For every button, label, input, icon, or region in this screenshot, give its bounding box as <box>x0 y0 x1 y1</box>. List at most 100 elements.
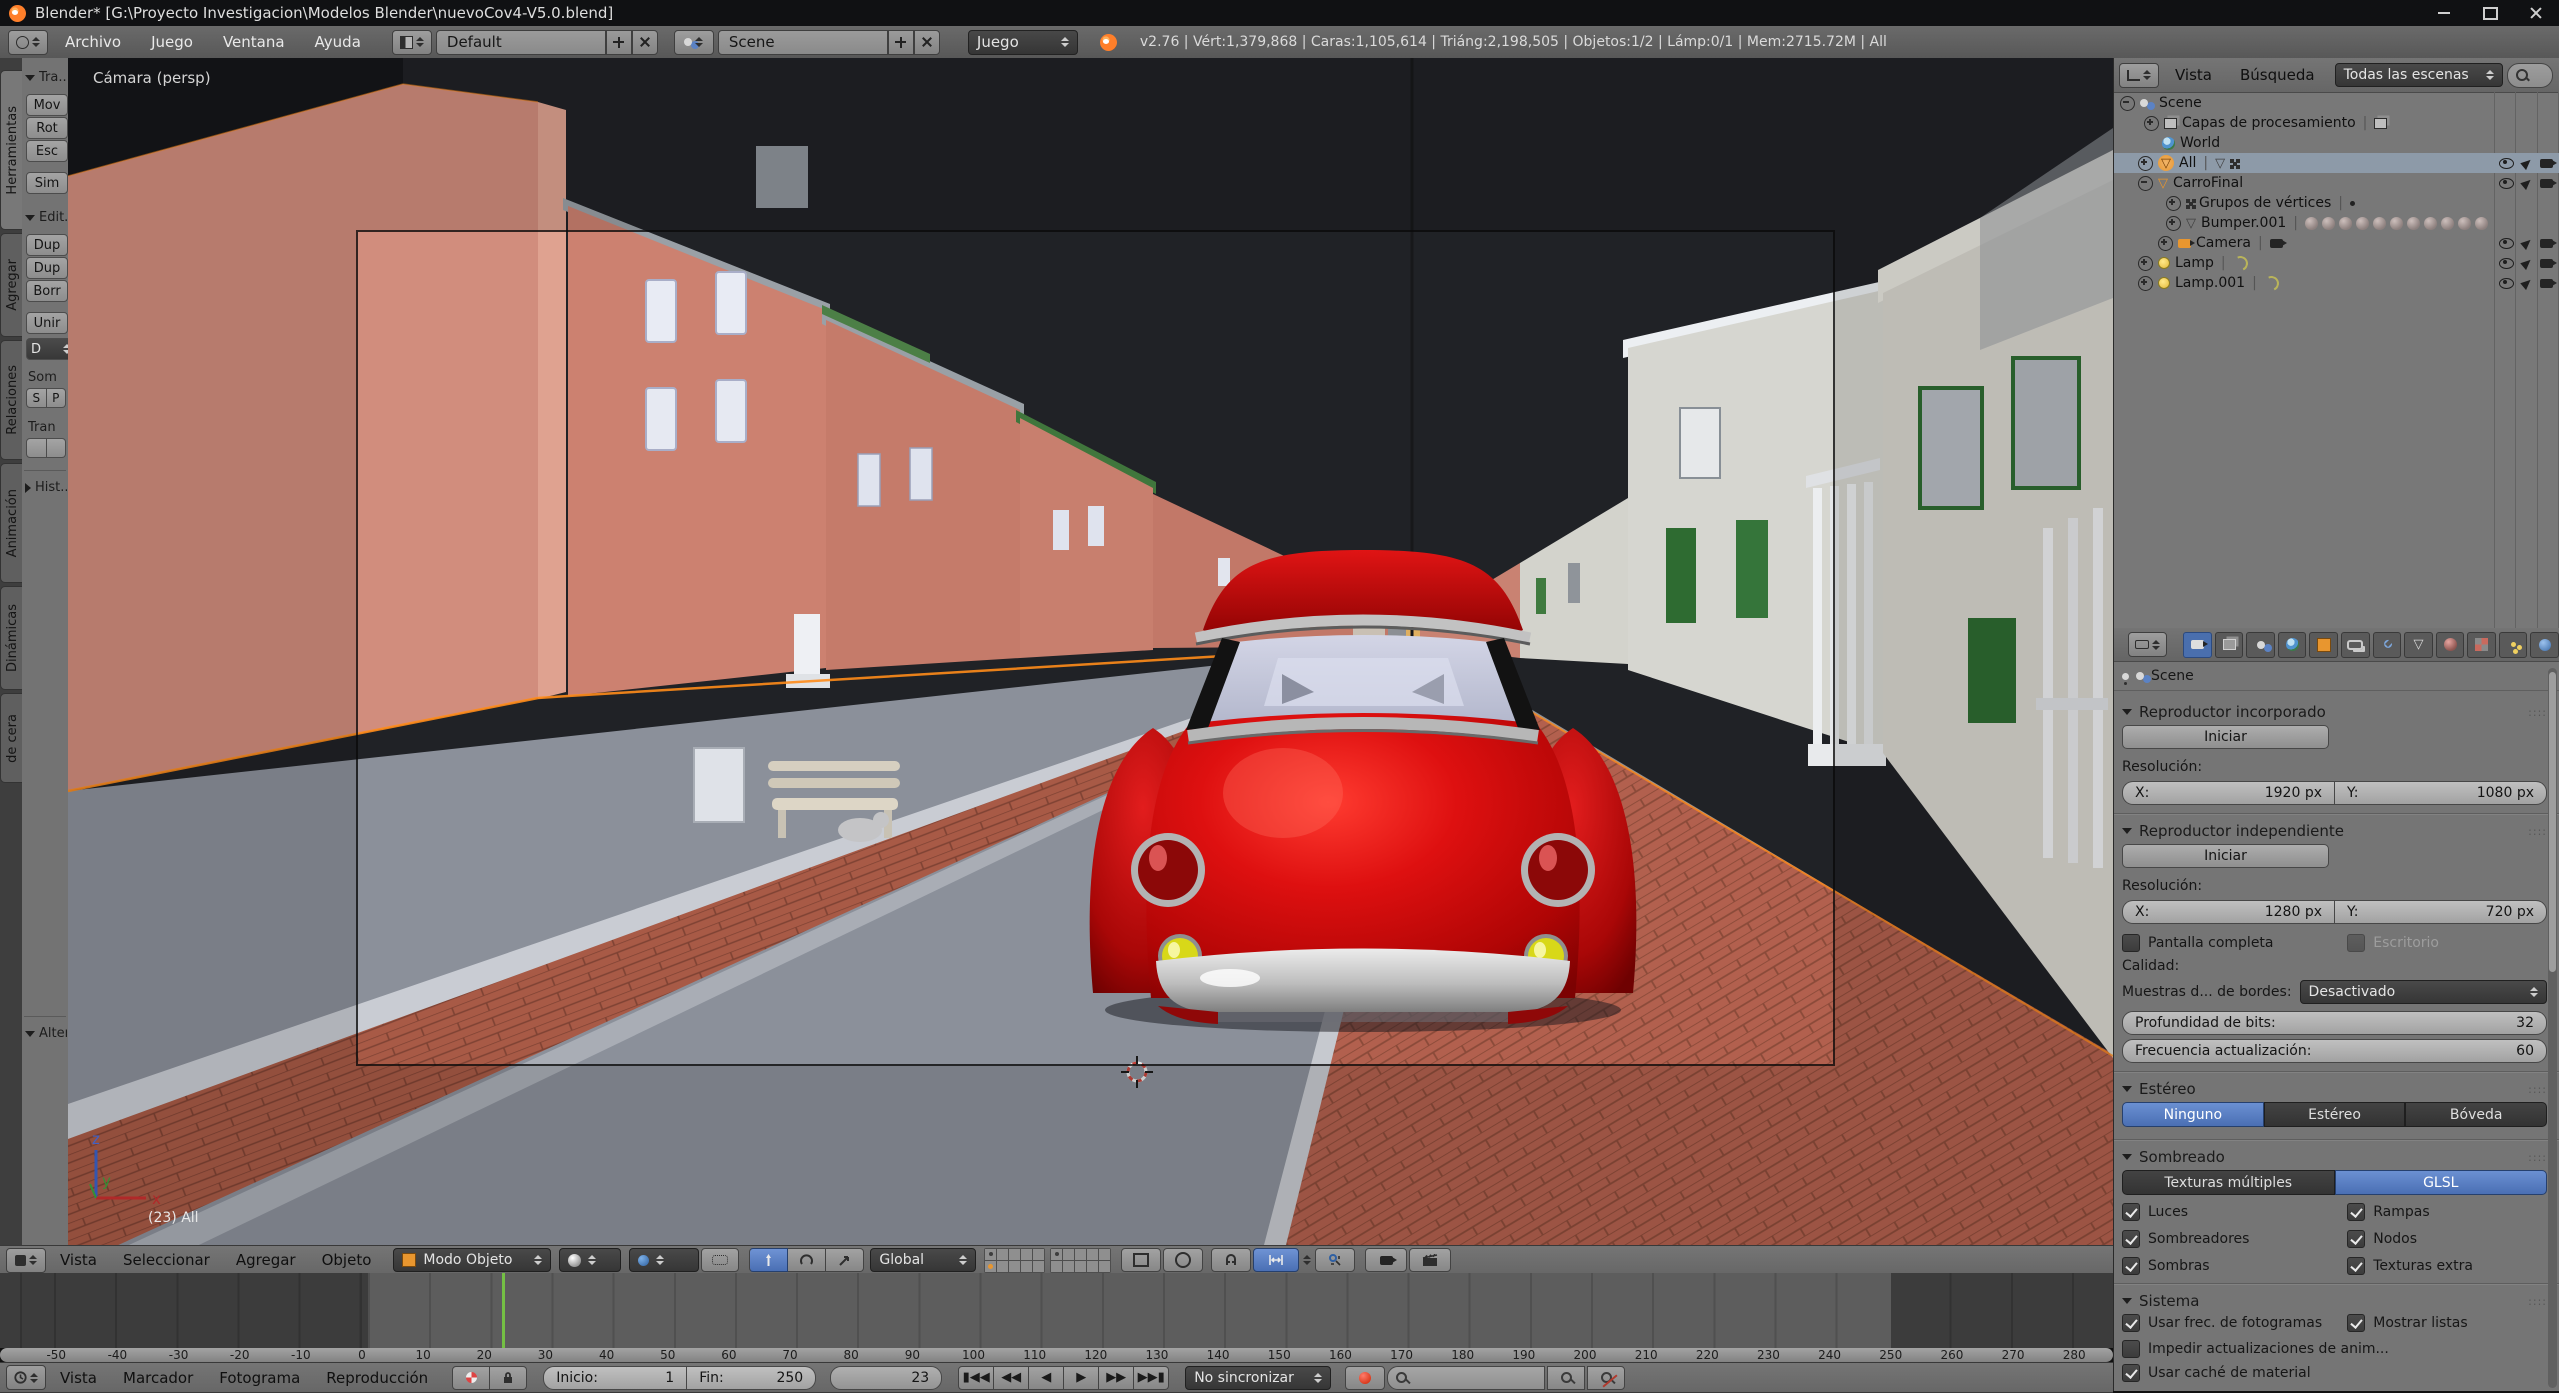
prev-keyframe-button[interactable]: ◀◀ <box>994 1366 1029 1390</box>
restrict-anim-checkbox[interactable] <box>2122 1340 2140 1358</box>
menu-ayuda[interactable]: Ayuda <box>302 33 374 51</box>
standalone-start-button[interactable]: Iniciar <box>2122 844 2329 868</box>
scene-icon-button[interactable] <box>674 30 714 55</box>
proportional-edit-button[interactable] <box>1163 1248 1203 1272</box>
remove-scene-button[interactable] <box>914 30 940 55</box>
selectability-icon[interactable] <box>2520 256 2533 269</box>
tab-dinamicas[interactable]: Dinámicas <box>0 586 24 690</box>
menu-juego[interactable]: Juego <box>138 33 206 51</box>
tab-relaciones[interactable]: Relaciones <box>0 340 24 460</box>
shadows-checkbox[interactable] <box>2122 1257 2140 1275</box>
panel-edit-header[interactable]: Edit... <box>25 210 67 225</box>
renderability-icon[interactable] <box>2540 179 2553 188</box>
use-framerate-checkbox[interactable] <box>2122 1314 2140 1332</box>
render-opengl-button[interactable] <box>1365 1248 1407 1272</box>
outliner-menu-vista[interactable]: Vista <box>2163 66 2224 84</box>
auto-keyframe-button[interactable] <box>1345 1366 1385 1390</box>
lock-to-scene-button[interactable] <box>1121 1248 1161 1272</box>
remove-layout-button[interactable] <box>632 30 658 55</box>
panel-stereo[interactable]: Estéreo:::: <box>2122 1080 2547 1098</box>
add-layout-button[interactable] <box>606 30 632 55</box>
current-frame-field[interactable]: 23 <box>830 1366 942 1390</box>
outliner-row-vertexgroups[interactable]: Grupos de vértices| <box>2114 193 2559 213</box>
renderability-icon[interactable] <box>2540 239 2553 248</box>
menu-vista[interactable]: Vista <box>48 1251 109 1269</box>
delete-keyframe-button[interactable] <box>1587 1366 1625 1390</box>
sim-button[interactable]: Sim <box>26 172 68 194</box>
visibility-icon[interactable] <box>2499 238 2514 249</box>
outliner-search-input[interactable] <box>2507 63 2553 88</box>
selectability-icon[interactable] <box>2520 236 2533 249</box>
smooth-button[interactable]: S <box>26 388 47 408</box>
scene-field[interactable]: Scene <box>718 30 888 55</box>
add-scene-button[interactable] <box>888 30 914 55</box>
duplicate-linked-button[interactable]: Dup <box>26 257 68 279</box>
duplicate-button[interactable]: Dup <box>26 234 68 256</box>
glsl-button[interactable]: GLSL <box>2335 1170 2548 1195</box>
expand-icon[interactable] <box>2138 256 2153 271</box>
standalone-res-y[interactable]: Y:720 px <box>2334 900 2547 924</box>
delete-button[interactable]: Borr <box>26 280 68 302</box>
tab-animacion[interactable]: Animación <box>0 463 24 583</box>
desktop-checkbox[interactable] <box>2347 934 2365 952</box>
pivot-select[interactable] <box>629 1248 699 1272</box>
play-reverse-button[interactable]: ◀ <box>1029 1366 1064 1390</box>
tab-render-layers[interactable] <box>2215 632 2244 658</box>
screen-layout-icon-button[interactable] <box>392 30 432 55</box>
renderability-icon[interactable] <box>2540 159 2553 168</box>
outliner-row-world[interactable]: World <box>2114 133 2559 153</box>
show-lists-checkbox[interactable] <box>2347 1314 2365 1332</box>
menu-archivo[interactable]: Archivo <box>52 33 134 51</box>
join-button[interactable]: Unir <box>26 312 68 334</box>
expand-icon[interactable] <box>2138 276 2153 291</box>
selectability-icon[interactable] <box>2520 276 2533 289</box>
expand-icon[interactable] <box>2138 156 2153 171</box>
outliner-row-carrofinal[interactable]: ▽ CarroFinal <box>2114 173 2559 193</box>
extra-textures-checkbox[interactable] <box>2347 1257 2365 1275</box>
mode-select[interactable]: Modo Objeto <box>393 1248 551 1272</box>
panel-shading[interactable]: Sombreado:::: <box>2122 1148 2547 1166</box>
outliner-row-bumper[interactable]: ▽ Bumper.001| <box>2114 213 2559 233</box>
lights-checkbox[interactable] <box>2122 1203 2140 1221</box>
jump-end-button[interactable]: ▶▶▮ <box>1134 1366 1169 1390</box>
timeline-ruler[interactable]: -50-40-30-20-100102030405060708090100110… <box>0 1348 2113 1362</box>
timeline-menu-marcador[interactable]: Marcador <box>111 1369 205 1387</box>
selectability-icon[interactable] <box>2520 176 2533 189</box>
frame-start-field[interactable]: Inicio:1 <box>543 1366 687 1390</box>
embedded-start-button[interactable]: Iniciar <box>2122 725 2329 749</box>
tab-object[interactable] <box>2309 632 2338 658</box>
minimize-button[interactable] <box>2421 0 2467 26</box>
multitexture-button[interactable]: Texturas múltiples <box>2122 1170 2335 1195</box>
outliner-editor-type-button[interactable] <box>2119 63 2159 88</box>
stereo-stereo-button[interactable]: Estéreo <box>2264 1102 2406 1127</box>
timeline-menu-fotograma[interactable]: Fotograma <box>207 1369 312 1387</box>
outliner-filter-select[interactable]: Todas las escenas <box>2335 63 2503 87</box>
properties-editor-type-button[interactable] <box>2128 632 2167 657</box>
tab-agregar[interactable]: Agregar <box>0 233 24 337</box>
menu-agregar[interactable]: Agregar <box>224 1251 308 1269</box>
bit-depth-slider[interactable]: Profundidad de bits:32 <box>2122 1011 2547 1035</box>
aa-select[interactable]: Desactivado <box>2300 980 2547 1004</box>
timeline-menu-vista[interactable]: Vista <box>48 1369 109 1387</box>
manipulator-rotate-button[interactable] <box>788 1248 826 1272</box>
frame-end-field[interactable]: Fin:250 <box>687 1366 816 1390</box>
shaders-checkbox[interactable] <box>2122 1230 2140 1248</box>
tab-constraints[interactable] <box>2341 632 2370 658</box>
standalone-res-x[interactable]: X:1280 px <box>2122 900 2334 924</box>
renderability-icon[interactable] <box>2540 279 2553 288</box>
stereo-none-button[interactable]: Ninguno <box>2122 1102 2264 1127</box>
panel-system[interactable]: Sistema:::: <box>2122 1292 2547 1310</box>
ramps-checkbox[interactable] <box>2347 1203 2365 1221</box>
panel-history-header[interactable]: Hist... <box>25 480 67 495</box>
jump-start-button[interactable]: ▮◀◀ <box>958 1366 994 1390</box>
collapse-icon[interactable] <box>2138 176 2153 191</box>
sync-select[interactable]: No sincronizar <box>1185 1366 1331 1390</box>
outliner-row-all[interactable]: ▽ All| ▽ <box>2114 153 2559 173</box>
tab-texture[interactable] <box>2467 632 2496 658</box>
stereo-dome-button[interactable]: Bóveda <box>2405 1102 2547 1127</box>
timeline-canvas[interactable] <box>0 1273 2113 1348</box>
selectability-icon[interactable] <box>2520 156 2533 169</box>
scale-button[interactable]: Esc <box>26 140 68 162</box>
panel-alterna-header[interactable]: Alterna... <box>25 1026 67 1041</box>
fullscreen-checkbox[interactable] <box>2122 934 2140 952</box>
